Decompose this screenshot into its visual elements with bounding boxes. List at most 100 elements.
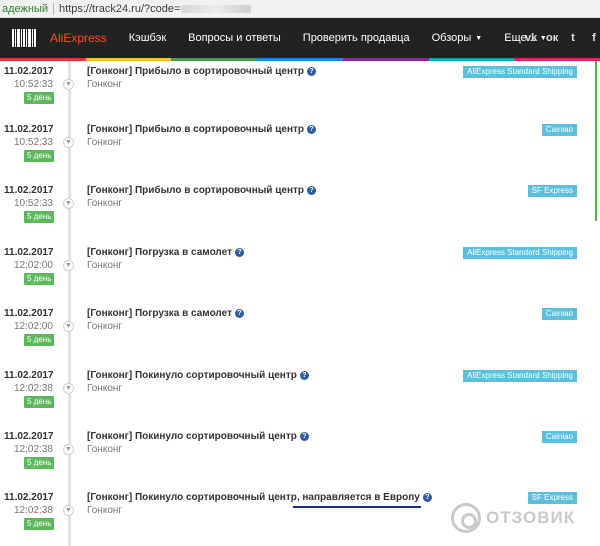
tracking-event: 11.02.2017 10:52:33 5 день ▼ [Гонконг] П… (0, 185, 600, 245)
nav-dropdown-reviews[interactable]: Обзоры ▼ (432, 32, 483, 44)
event-age-badge: 5 день (24, 92, 55, 104)
event-title: [Гонконг] Покинуло сортировочный центр? (87, 431, 309, 442)
event-time: 10:52:33 (14, 137, 53, 148)
event-date: 11.02.2017 (4, 431, 54, 442)
event-date: 11.02.2017 (4, 308, 54, 319)
redacted-tracking-code (181, 4, 252, 13)
carrier-badge: AliExpress Standard Shipping (463, 247, 577, 259)
help-icon[interactable]: ? (299, 371, 309, 380)
event-title: [Гонконг] Прибыло в сортировочный центр? (87, 185, 316, 196)
tracking-event: 11.02.2017 12:02:38 5 день ▼ [Гонконг] П… (0, 370, 600, 430)
event-place: Гонконг (87, 260, 123, 271)
event-title-text: [Гонконг] Прибыло в сортировочный центр (87, 124, 304, 135)
watermark-logo-icon (451, 503, 481, 533)
event-place: Гонконг (87, 321, 123, 332)
highlight-underline (293, 506, 421, 508)
event-age-badge: 5 день (24, 457, 55, 469)
event-place: Гонконг (87, 444, 123, 455)
carrier-badge: AliExpress Standard Shipping (463, 66, 577, 78)
carrier-badge: Cainiao (541, 308, 577, 320)
twitter-icon[interactable]: t (567, 32, 579, 44)
event-title: [Гонконг] Покинуло сортировочный центр? (87, 370, 309, 381)
event-place: Гонконг (87, 79, 123, 90)
event-title: [Гонконг] Прибыло в сортировочный центр? (87, 124, 316, 135)
event-date: 11.02.2017 (4, 185, 54, 196)
nav-item-faq[interactable]: Вопросы и ответы (188, 32, 281, 44)
event-title-text: [Гонконг] Погрузка в самолет (87, 308, 232, 319)
event-time: 12:02:00 (14, 260, 53, 271)
event-age-badge: 5 день (24, 273, 55, 285)
event-place: Гонконг (87, 198, 123, 209)
vk-icon[interactable]: vk (525, 32, 537, 44)
event-age-badge: 5 день (24, 518, 55, 530)
tracking-event: 11.02.2017 10:52:33 5 день ▼ [Гонконг] П… (0, 66, 600, 126)
address-bar[interactable]: адежный https://track24.ru/?code= (0, 0, 600, 18)
barcode-logo-icon[interactable] (12, 29, 36, 47)
event-title: [Гонконг] Прибыло в сортировочный центр? (87, 66, 316, 77)
nav-dropdown-reviews-label: Обзоры (431, 32, 472, 44)
event-title-text: [Гонконг] Покинуло сортировочный центр, … (87, 492, 420, 503)
event-date: 11.02.2017 (4, 66, 54, 77)
event-date: 11.02.2017 (4, 247, 54, 258)
event-title: [Гонконг] Погрузка в самолет? (87, 247, 244, 258)
tracking-timeline: 11.02.2017 10:52:33 5 день ▼ [Гонконг] П… (0, 61, 600, 546)
event-time: 12:02:38 (14, 505, 53, 516)
help-icon[interactable]: ? (299, 432, 309, 441)
help-icon[interactable]: ? (234, 309, 244, 318)
event-title-text: [Гонконг] Покинуло сортировочный центр (87, 431, 297, 442)
expand-event-icon[interactable]: ▼ (63, 505, 74, 516)
event-time: 10:52:33 (14, 79, 53, 90)
site-navbar: AliExpress Кэшбэк Вопросы и ответы Прове… (0, 18, 600, 58)
expand-event-icon[interactable]: ▼ (63, 198, 74, 209)
event-age-badge: 5 день (24, 211, 55, 223)
url-text[interactable]: https://track24.ru/?code= (59, 3, 180, 15)
tracking-event: 11.02.2017 12:02:38 5 день ▼ [Гонконг] П… (0, 431, 600, 491)
tracking-event: 11.02.2017 12:02:00 5 день ▼ [Гонконг] П… (0, 247, 600, 307)
event-age-badge: 5 день (24, 396, 55, 408)
event-age-badge: 5 день (24, 334, 55, 346)
expand-event-icon[interactable]: ▼ (63, 137, 74, 148)
security-label: адежный (2, 2, 49, 15)
event-title: [Гонконг] Погрузка в самолет? (87, 308, 244, 319)
event-title-text: [Гонконг] Прибыло в сортировочный центр (87, 66, 304, 77)
carrier-badge: AliExpress Standard Shipping (463, 370, 577, 382)
nav-item-check-seller[interactable]: Проверить продавца (303, 32, 410, 44)
help-icon[interactable]: ? (422, 493, 432, 502)
carrier-badge: Cainiao (541, 431, 577, 443)
help-icon[interactable]: ? (234, 248, 244, 257)
event-time: 12:02:00 (14, 321, 53, 332)
nav-brand-aliexpress[interactable]: AliExpress (50, 31, 107, 45)
social-links: vk ок t f (525, 18, 600, 58)
event-title-text: [Гонконг] Покинуло сортировочный центр (87, 370, 297, 381)
event-time: 10:52:33 (14, 198, 53, 209)
help-icon[interactable]: ? (307, 125, 316, 134)
event-date: 11.02.2017 (4, 124, 54, 135)
event-place: Гонконг (87, 383, 123, 394)
help-icon[interactable]: ? (307, 186, 316, 195)
event-title-text: [Гонконг] Погрузка в самолет (87, 247, 232, 258)
tracking-event: 11.02.2017 12:02:00 5 день ▼ [Гонконг] П… (0, 308, 600, 368)
expand-event-icon[interactable]: ▼ (63, 383, 74, 394)
tracking-event: 11.02.2017 10:52:33 5 день ▼ [Гонконг] П… (0, 124, 600, 184)
expand-event-icon[interactable]: ▼ (63, 260, 74, 271)
expand-event-icon[interactable]: ▼ (63, 79, 74, 90)
event-place: Гонконг (87, 505, 123, 516)
event-time: 12:02:38 (14, 444, 53, 455)
help-icon[interactable]: ? (307, 67, 316, 76)
odnoklassniki-icon[interactable]: ок (546, 32, 558, 44)
facebook-icon[interactable]: f (588, 32, 600, 44)
nav-item-cashback[interactable]: Кэшбэк (129, 32, 166, 44)
watermark-text: ОТЗОВИК (486, 508, 576, 527)
event-age-badge: 5 день (24, 150, 55, 162)
carrier-badge: SF Express (527, 185, 577, 197)
expand-event-icon[interactable]: ▼ (63, 321, 74, 332)
expand-event-icon[interactable]: ▼ (63, 444, 74, 455)
carrier-badge: Cainiao (541, 124, 577, 136)
event-title-text: [Гонконг] Прибыло в сортировочный центр (87, 185, 304, 196)
event-date: 11.02.2017 (4, 370, 54, 381)
chevron-down-icon: ▼ (475, 34, 483, 42)
otzovik-watermark: ОТЗОВИК (451, 503, 575, 533)
address-separator (53, 2, 55, 15)
event-time: 12:02:38 (14, 383, 53, 394)
event-place: Гонконг (87, 137, 123, 148)
